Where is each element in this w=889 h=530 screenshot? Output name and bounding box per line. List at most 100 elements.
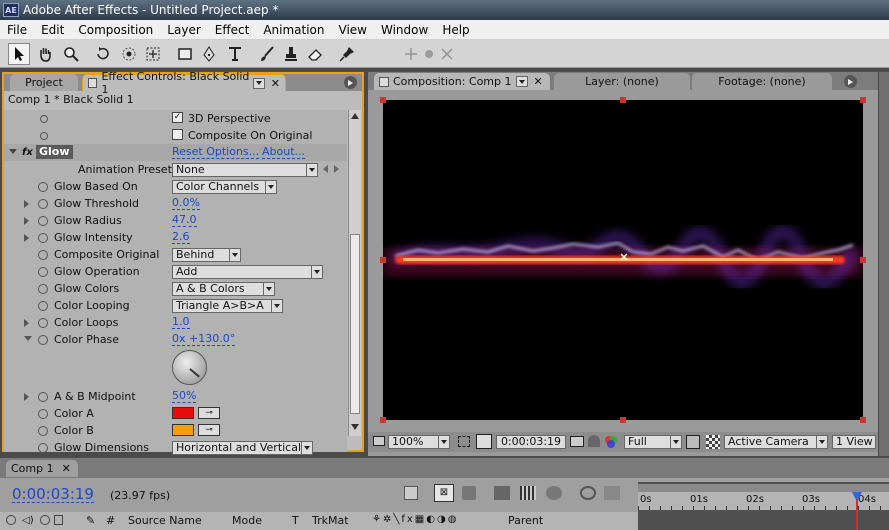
label-icon[interactable]: ✎ bbox=[86, 514, 95, 527]
puppet-pin-tool-icon[interactable] bbox=[336, 43, 358, 65]
ab-midpoint-value[interactable]: 50% bbox=[172, 390, 197, 403]
time-ruler-area[interactable]: 0s 01s 02s 03s 04s bbox=[638, 482, 889, 530]
composite-original-dropdown[interactable]: Behind bbox=[172, 248, 241, 262]
stopwatch-icon[interactable] bbox=[40, 114, 48, 123]
toggle-mask-icon[interactable] bbox=[476, 434, 492, 449]
type-tool-icon[interactable] bbox=[224, 43, 246, 65]
clone-stamp-tool-icon[interactable] bbox=[280, 43, 302, 65]
work-area-bar[interactable] bbox=[638, 484, 889, 492]
about-link[interactable]: About... bbox=[262, 146, 306, 159]
glow-radius-value[interactable]: 47.0 bbox=[172, 214, 197, 227]
graph-editor-icon[interactable] bbox=[604, 486, 620, 500]
expand-triangle-icon[interactable] bbox=[24, 392, 29, 401]
color-looping-dropdown[interactable]: Triangle A>B>A bbox=[172, 299, 283, 313]
menu-layer[interactable]: Layer bbox=[160, 23, 207, 37]
eyedropper-icon[interactable]: ⊸ bbox=[198, 407, 220, 419]
stopwatch-icon[interactable] bbox=[38, 391, 48, 402]
grid-guide-icon[interactable] bbox=[458, 436, 470, 447]
motion-blur-icon[interactable] bbox=[520, 486, 536, 500]
view-layout-dropdown[interactable]: 1 View bbox=[832, 435, 876, 449]
menu-composition[interactable]: Composition bbox=[71, 23, 160, 37]
current-time-display[interactable]: 0:00:03:19 bbox=[496, 435, 566, 449]
pen-tool-icon[interactable] bbox=[198, 43, 220, 65]
3d-view-dropdown[interactable]: Active Camera bbox=[724, 435, 828, 449]
tab-composition[interactable]: Composition: Comp 1 ✕ bbox=[374, 73, 550, 90]
panel-menu-icon[interactable] bbox=[344, 76, 357, 89]
transparency-grid-icon[interactable] bbox=[706, 435, 720, 449]
chevron-down-icon[interactable] bbox=[515, 76, 528, 87]
fx-toggle-icon[interactable]: fx bbox=[22, 147, 33, 158]
expand-triangle-icon[interactable] bbox=[24, 318, 29, 327]
layer-switches-icons[interactable]: ⚘✲╲fx▦◐◑◍ bbox=[372, 514, 458, 525]
camera-orbit-tool-icon[interactable] bbox=[118, 43, 140, 65]
composition-viewer[interactable] bbox=[380, 97, 866, 423]
stopwatch-icon[interactable] bbox=[38, 232, 48, 243]
expand-triangle-icon[interactable] bbox=[24, 233, 29, 242]
menu-animation[interactable]: Animation bbox=[256, 23, 331, 37]
brainstorm-icon[interactable] bbox=[546, 486, 562, 500]
snapshot-icon[interactable] bbox=[570, 436, 584, 447]
trkmat-header[interactable]: TrkMat bbox=[312, 514, 349, 527]
zoom-tool-icon[interactable] bbox=[60, 43, 82, 65]
hand-tool-icon[interactable] bbox=[34, 43, 56, 65]
tab-effect-controls[interactable]: Effect Controls: Black Solid 1 ✕ bbox=[82, 70, 286, 96]
previous-preset-icon[interactable] bbox=[323, 165, 328, 173]
channel-rgb-icon[interactable] bbox=[604, 435, 618, 449]
selection-tool-icon[interactable] bbox=[8, 43, 30, 65]
tab-footage[interactable]: Footage: (none) bbox=[692, 73, 832, 90]
menu-file[interactable]: File bbox=[0, 23, 34, 37]
lock-icon[interactable] bbox=[54, 515, 63, 525]
next-preset-icon[interactable] bbox=[334, 165, 339, 173]
layer-handle[interactable] bbox=[620, 97, 626, 103]
scrollbar-thumb[interactable] bbox=[350, 234, 360, 414]
collapse-triangle-icon[interactable] bbox=[24, 336, 32, 341]
time-ruler[interactable]: 0s 01s 02s 03s 04s bbox=[638, 492, 889, 510]
menu-edit[interactable]: Edit bbox=[34, 23, 71, 37]
tab-comp-1[interactable]: Comp 1 ✕ bbox=[6, 460, 78, 477]
menu-window[interactable]: Window bbox=[374, 23, 435, 37]
reset-options-link[interactable]: Reset Options... bbox=[172, 146, 260, 159]
stopwatch-icon[interactable] bbox=[38, 215, 48, 226]
stopwatch-icon[interactable] bbox=[38, 249, 48, 260]
chevron-down-icon[interactable] bbox=[253, 77, 265, 89]
tab-project[interactable]: Project bbox=[10, 74, 78, 91]
stopwatch-icon[interactable] bbox=[40, 131, 48, 140]
layer-handle[interactable] bbox=[380, 417, 386, 423]
stopwatch-icon[interactable] bbox=[38, 181, 48, 192]
eyedropper-icon[interactable]: ⊸ bbox=[198, 424, 220, 436]
close-icon[interactable]: ✕ bbox=[62, 462, 71, 475]
video-switch-icon[interactable] bbox=[6, 515, 16, 525]
close-icon[interactable]: ✕ bbox=[271, 77, 280, 90]
glow-colors-dropdown[interactable]: A & B Colors bbox=[172, 282, 275, 296]
composite-on-original-checkbox[interactable] bbox=[172, 129, 183, 140]
scroll-up-icon[interactable] bbox=[351, 113, 359, 119]
mode-header[interactable]: Mode bbox=[232, 514, 262, 527]
stopwatch-icon[interactable] bbox=[38, 408, 48, 419]
rectangle-mask-tool-icon[interactable] bbox=[174, 43, 196, 65]
stopwatch-icon[interactable] bbox=[38, 198, 48, 209]
close-icon[interactable]: ✕ bbox=[534, 75, 543, 88]
layer-handle[interactable] bbox=[620, 417, 626, 423]
view-axis-icon[interactable] bbox=[436, 43, 458, 65]
stopwatch-icon[interactable] bbox=[38, 266, 48, 277]
pan-behind-tool-icon[interactable] bbox=[142, 43, 164, 65]
comp-mini-flowchart-icon[interactable] bbox=[404, 486, 418, 500]
always-preview-icon[interactable] bbox=[373, 436, 385, 446]
scroll-down-icon[interactable] bbox=[351, 424, 359, 430]
stopwatch-icon[interactable] bbox=[38, 442, 48, 453]
3d-perspective-checkbox[interactable]: ✓ bbox=[172, 112, 183, 123]
layer-handle[interactable] bbox=[380, 97, 386, 103]
glow-threshold-value[interactable]: 0.0% bbox=[172, 197, 200, 210]
color-b-swatch[interactable] bbox=[172, 424, 194, 436]
layer-handle[interactable] bbox=[860, 257, 866, 263]
lock-icon[interactable] bbox=[88, 78, 98, 88]
layer-handle[interactable] bbox=[860, 417, 866, 423]
menu-effect[interactable]: Effect bbox=[208, 23, 257, 37]
frame-blending-icon[interactable] bbox=[494, 486, 510, 500]
draft-3d-icon[interactable]: ⊠ bbox=[434, 484, 454, 502]
magnification-dropdown[interactable]: 100% bbox=[388, 435, 450, 449]
solo-icon[interactable] bbox=[40, 515, 50, 525]
resolution-dropdown[interactable]: Full bbox=[624, 435, 682, 449]
source-name-header[interactable]: Source Name bbox=[128, 514, 202, 527]
effect-name[interactable]: Glow bbox=[36, 145, 73, 159]
